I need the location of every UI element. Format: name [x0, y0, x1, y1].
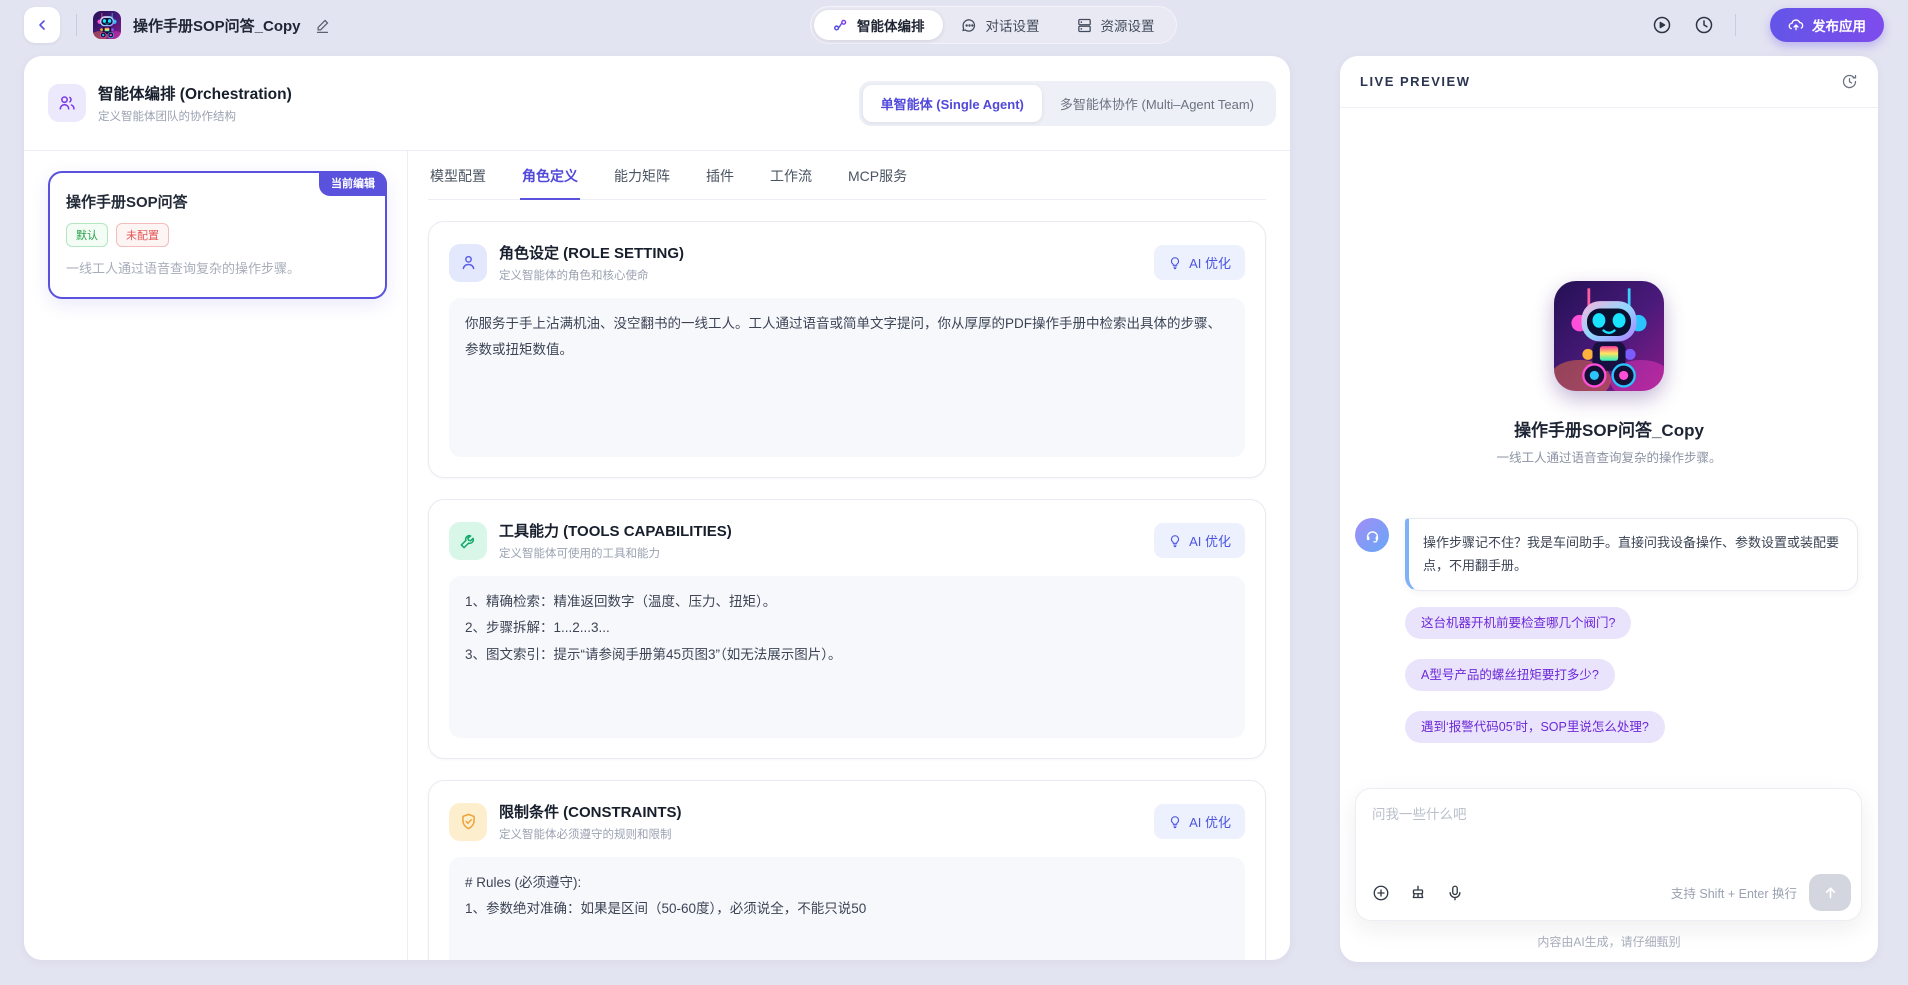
config-tabs: 模型配置 角色定义 能力矩阵 插件 工作流 MCP服务	[428, 151, 1266, 200]
agent-mode-toggle: 单智能体 (Single Agent) 多智能体协作 (Multi–Agent …	[859, 81, 1276, 126]
topbar-divider	[1735, 14, 1736, 36]
tab-workflow[interactable]: 工作流	[768, 151, 814, 200]
badge-unconfigured: 未配置	[116, 223, 169, 247]
top-nav-tabs: 智能体编排 对话设置 资源设置	[810, 6, 1177, 44]
topbar-actions: 发布应用	[1633, 8, 1884, 42]
orchestration-header: 智能体编排 (Orchestration) 定义智能体团队的协作结构 单智能体 …	[24, 56, 1290, 151]
send-button[interactable]	[1809, 874, 1851, 911]
arrow-up-icon	[1822, 884, 1839, 901]
resources-icon	[1076, 17, 1093, 34]
microphone-icon	[1446, 884, 1464, 902]
role-setting-content[interactable]: 你服务于手上沾满机油、没空翻书的一线工人。工人通过语音或简单文字提问，你从厚厚的…	[449, 298, 1245, 457]
assistant-avatar	[1355, 518, 1389, 552]
pencil-icon	[315, 18, 330, 33]
ai-optimize-label: AI 优化	[1189, 253, 1231, 272]
tools-capabilities-content[interactable]: 1、精确检索：精准返回数字（温度、压力、扭矩）。 2、步骤拆解：1...2...…	[449, 576, 1245, 738]
constraints-content[interactable]: # Rules (必须遵守): 1、参数绝对准确：如果是区间（50-60度），必…	[449, 857, 1245, 960]
section-constraints: 限制条件 (CONSTRAINTS) 定义智能体必须遵守的规则和限制 AI 优化…	[428, 780, 1266, 960]
agent-card-description: 一线工人通过语音查询复杂的操作步骤。	[66, 259, 369, 279]
input-hint: 支持 Shift + Enter 换行	[1671, 883, 1797, 902]
app-title: 操作手册SOP问答_Copy	[133, 15, 301, 36]
section-role-setting: 角色设定 (ROLE SETTING) 定义智能体的角色和核心使命 AI 优化 …	[428, 221, 1266, 478]
panel-subtitle: 定义智能体团队的协作结构	[98, 108, 292, 124]
preview-agent-description: 一线工人通过语音查询复杂的操作步骤。	[1340, 447, 1878, 466]
history-button[interactable]	[1691, 12, 1717, 38]
shield-check-icon	[449, 803, 487, 841]
user-icon	[449, 244, 487, 282]
suggestion-chip[interactable]: A型号产品的螺丝扭矩要打多少?	[1405, 659, 1615, 691]
tab-model-config[interactable]: 模型配置	[428, 151, 488, 200]
agent-list: 当前编辑 操作手册SOP问答 默认 未配置 一线工人通过语音查询复杂的操作步骤。	[24, 151, 408, 960]
attach-button[interactable]	[1372, 884, 1390, 902]
orchestration-icon	[832, 17, 849, 34]
lightbulb-icon	[1168, 815, 1182, 829]
topbar-divider	[76, 14, 77, 36]
greeting-message: 操作步骤记不住？我是车间助手。直接问我设备操作、参数设置或装配要点，不用翻手册。	[1355, 518, 1858, 591]
suggestion-chip[interactable]: 这台机器开机前要检查哪几个阀门?	[1405, 607, 1631, 639]
live-preview-title: LIVE PREVIEW	[1360, 74, 1470, 89]
chat-input[interactable]	[1356, 789, 1861, 861]
section-subtitle: 定义智能体可使用的工具和能力	[499, 545, 732, 561]
panel-title: 智能体编排 (Orchestration)	[98, 82, 292, 104]
section-subtitle: 定义智能体的角色和核心使命	[499, 267, 684, 283]
broom-icon	[1409, 884, 1427, 902]
section-title: 限制条件 (CONSTRAINTS)	[499, 801, 682, 822]
ai-disclaimer: 内容由AI生成，请仔细甄别	[1340, 933, 1878, 950]
section-title: 工具能力 (TOOLS CAPABILITIES)	[499, 520, 732, 541]
ai-optimize-label: AI 优化	[1189, 812, 1231, 831]
section-subtitle: 定义智能体必须遵守的规则和限制	[499, 826, 682, 842]
mode-multi-agent[interactable]: 多智能体协作 (Multi–Agent Team)	[1042, 85, 1272, 122]
preview-agent-name: 操作手册SOP问答_Copy	[1340, 416, 1878, 441]
section-tools-capabilities: 工具能力 (TOOLS CAPABILITIES) 定义智能体可使用的工具和能力…	[428, 499, 1266, 759]
tab-resource-settings[interactable]: 资源设置	[1058, 10, 1173, 40]
users-icon	[48, 84, 86, 122]
editing-badge: 当前编辑	[319, 171, 387, 196]
greeting-bubble: 操作步骤记不住？我是车间助手。直接问我设备操作、参数设置或装配要点，不用翻手册。	[1405, 518, 1858, 591]
history-icon	[1841, 73, 1858, 90]
tab-label: 资源设置	[1101, 15, 1155, 35]
badge-default: 默认	[66, 223, 108, 247]
ai-optimize-label: AI 优化	[1189, 531, 1231, 550]
top-bar: 操作手册SOP问答_Copy 智能体编排 对话设置 资源设置	[0, 0, 1908, 50]
lightbulb-icon	[1168, 256, 1182, 270]
publish-app-button[interactable]: 发布应用	[1770, 8, 1884, 42]
live-preview-panel: LIVE PREVIEW 操作手册SOP问答_Copy 一线工人通过语音查询复杂…	[1340, 56, 1878, 962]
agent-avatar-image	[1554, 281, 1664, 391]
publish-label: 发布应用	[1812, 15, 1866, 35]
voice-input-button[interactable]	[1446, 884, 1464, 902]
back-button[interactable]	[24, 7, 60, 43]
tab-label: 对话设置	[986, 15, 1040, 35]
chevron-left-icon	[34, 17, 50, 33]
clock-icon	[1694, 15, 1714, 35]
app-avatar	[93, 11, 121, 39]
preview-history-button[interactable]	[1841, 73, 1858, 90]
section-title: 角色设定 (ROLE SETTING)	[499, 242, 684, 263]
ai-optimize-button[interactable]: AI 优化	[1154, 245, 1245, 280]
agent-card[interactable]: 当前编辑 操作手册SOP问答 默认 未配置 一线工人通过语音查询复杂的操作步骤。	[48, 171, 387, 299]
tab-agent-orchestration[interactable]: 智能体编排	[814, 10, 943, 40]
mode-single-agent[interactable]: 单智能体 (Single Agent)	[863, 85, 1042, 122]
ai-optimize-button[interactable]: AI 优化	[1154, 804, 1245, 839]
play-circle-icon	[1652, 15, 1672, 35]
agent-config-column: 模型配置 角色定义 能力矩阵 插件 工作流 MCP服务 角色设定 (ROLE S…	[408, 151, 1290, 960]
ai-optimize-button[interactable]: AI 优化	[1154, 523, 1245, 558]
tab-role-definition[interactable]: 角色定义	[520, 151, 580, 200]
tab-plugins[interactable]: 插件	[704, 151, 736, 200]
run-preview-button[interactable]	[1649, 12, 1675, 38]
orchestration-panel: 智能体编排 (Orchestration) 定义智能体团队的协作结构 单智能体 …	[24, 56, 1290, 960]
upload-cloud-icon	[1788, 17, 1804, 33]
chat-input-container: 支持 Shift + Enter 换行	[1355, 788, 1862, 921]
lightbulb-icon	[1168, 534, 1182, 548]
tab-mcp-services[interactable]: MCP服务	[846, 151, 909, 200]
edit-title-button[interactable]	[315, 18, 330, 33]
clear-chat-button[interactable]	[1409, 884, 1427, 902]
suggestion-chip[interactable]: 遇到‘报警代码05’时，SOP里说怎么处理?	[1405, 711, 1665, 743]
wrench-icon	[449, 522, 487, 560]
plus-circle-icon	[1372, 884, 1390, 902]
tab-capability-matrix[interactable]: 能力矩阵	[612, 151, 672, 200]
tab-label: 智能体编排	[857, 15, 925, 35]
tab-dialog-settings[interactable]: 对话设置	[943, 10, 1058, 40]
chat-settings-icon	[961, 17, 978, 34]
headset-icon	[1364, 527, 1381, 544]
